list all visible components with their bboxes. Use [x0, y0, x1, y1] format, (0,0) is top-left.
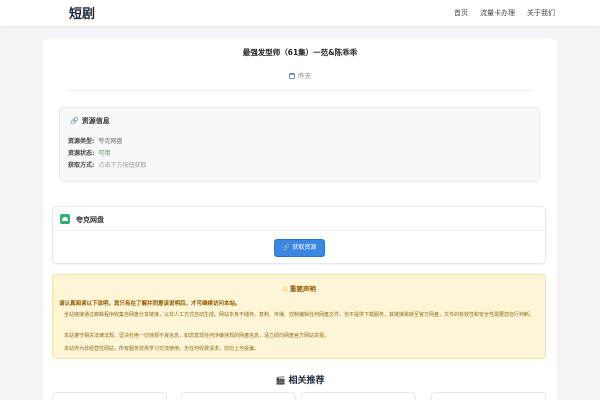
- related-card[interactable]: [181, 392, 296, 400]
- notice-item: 全站链接通过蜘蛛程序收集自网盘分享链接，以非人工方式自动生成。网站本身不储存、复…: [64, 312, 535, 318]
- cloud-drive-icon: [60, 214, 70, 224]
- get-resource-label: 获取资源: [292, 244, 317, 251]
- related-card[interactable]: [431, 392, 546, 400]
- pan-name: 夸克网盘: [76, 216, 104, 224]
- link-icon: 🔗: [70, 117, 79, 125]
- info-key: 获取方式:: [68, 162, 95, 169]
- info-row-type: 资源类型: 夸克网盘: [68, 136, 122, 145]
- info-row-status: 资源状态: 可用: [68, 148, 110, 157]
- notice-lead: 请认真阅读以下说明，您只有在了解并同意该说明后，才可继续访问本站。: [59, 301, 241, 307]
- nav-link-about[interactable]: 关于我们: [527, 8, 555, 18]
- notice-box: ⚠ 重要声明 请认真阅读以下说明，您只有在了解并同意该说明后，才可继续访问本站。 …: [52, 274, 546, 359]
- top-navbar: 短剧 首页 流量卡办理 关于我们: [0, 0, 600, 26]
- resource-info-box: 🔗 资源信息 资源类型: 夸克网盘 资源状态: 可用 获取方式: 点击下方按钮获取: [59, 107, 540, 182]
- resource-info-heading: 🔗 资源信息: [70, 116, 110, 126]
- calendar-icon: [289, 73, 295, 79]
- info-value: 点击下方按钮获取: [98, 162, 147, 169]
- pan-card: 夸克网盘 🔗 获取资源: [52, 206, 546, 264]
- info-row-method: 获取方式: 点击下方按钮获取: [68, 160, 146, 169]
- info-value: 夸克网盘: [98, 138, 123, 145]
- related-card[interactable]: [301, 392, 416, 400]
- pan-card-header: 夸克网盘: [53, 207, 545, 231]
- film-icon: 🎬: [275, 376, 286, 385]
- post-date-text: 昨天: [298, 72, 311, 80]
- nav-link-home[interactable]: 首页: [454, 8, 468, 18]
- nav-link-sim-card[interactable]: 流量卡办理: [480, 8, 515, 18]
- site-logo[interactable]: 短剧: [69, 3, 95, 22]
- notice-item: 本站作为非经营性网站，所有服务仅供学习交流使用，无任何收费请求，切勿上当受骗。: [64, 346, 260, 352]
- warning-icon: ⚠: [282, 285, 288, 293]
- notice-title: ⚠ 重要声明: [53, 283, 545, 293]
- info-key: 资源类型:: [68, 138, 95, 145]
- divider: [68, 90, 532, 91]
- link-icon: 🔗: [282, 244, 291, 251]
- notice-title-text: 重要声明: [289, 285, 316, 293]
- nav-links: 首页 流量卡办理 关于我们: [454, 8, 555, 18]
- resource-info-heading-text: 资源信息: [81, 117, 110, 125]
- related-card[interactable]: [52, 392, 167, 400]
- status-badge: 可用: [98, 150, 111, 157]
- notice-item: 本站遵守相关法律法规，坚决杜绝一切违规不良信息，如您发现任何涉嫌违规的网盘信息，…: [64, 333, 330, 339]
- get-resource-button[interactable]: 🔗 获取资源: [274, 239, 325, 257]
- related-heading-text: 相关推荐: [288, 376, 325, 386]
- related-heading: 🎬 相关推荐: [0, 373, 600, 386]
- info-key: 资源状态:: [68, 150, 95, 157]
- post-date: 昨天: [0, 70, 600, 80]
- page-title: 最强发型师（61集）一范&陈乖乖: [242, 48, 358, 57]
